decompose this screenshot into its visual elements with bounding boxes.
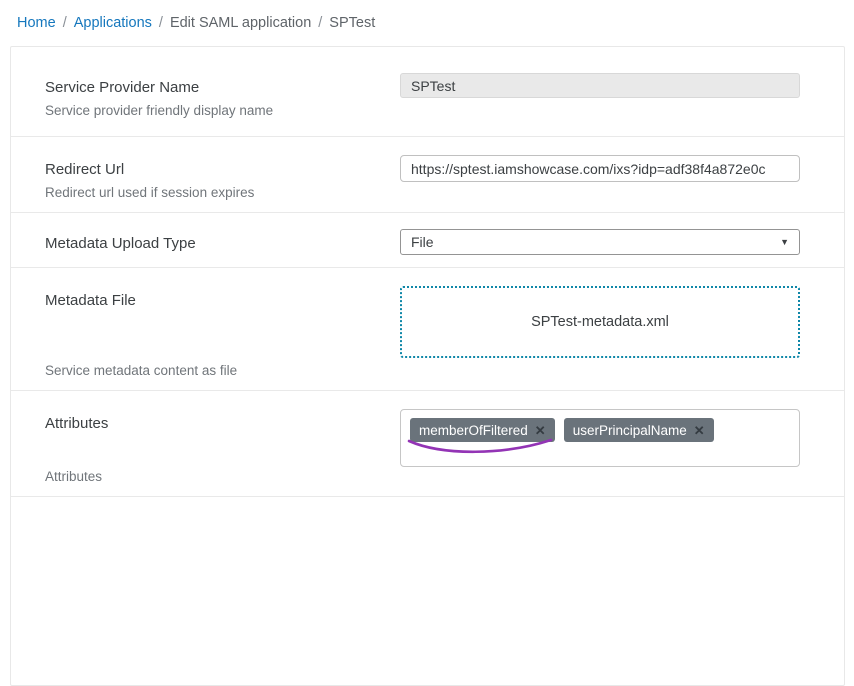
metadata-upload-type-select[interactable]: File ▼ xyxy=(400,229,800,255)
metadata-file-right: SPTest-metadata.xml xyxy=(400,286,800,358)
metadata-upload-type-label: Metadata Upload Type xyxy=(45,235,196,252)
attribute-chip: memberOfFiltered ✕ xyxy=(410,418,555,442)
attributes-helper: Attributes xyxy=(45,469,108,484)
metadata-upload-type-left: Metadata Upload Type xyxy=(45,229,196,252)
service-provider-name-label: Service Provider Name xyxy=(45,79,273,96)
metadata-file-left: Metadata File Service metadata content a… xyxy=(45,286,237,378)
redirect-url-right: https://sptest.iamshowcase.com/ixs?idp=a… xyxy=(400,155,800,182)
service-provider-name-row: Service Provider Name Service provider f… xyxy=(11,47,844,137)
close-icon[interactable]: ✕ xyxy=(694,424,705,437)
attribute-chip-label: userPrincipalName xyxy=(573,423,687,438)
attribute-chip-label: memberOfFiltered xyxy=(419,423,528,438)
edit-saml-application-form: Service Provider Name Service provider f… xyxy=(10,46,845,686)
metadata-file-row: Metadata File Service metadata content a… xyxy=(11,268,844,391)
breadcrumb-home-link[interactable]: Home xyxy=(17,15,56,31)
redirect-url-row: Redirect Url Redirect url used if sessio… xyxy=(11,137,844,213)
breadcrumb-separator: / xyxy=(63,15,67,31)
redirect-url-left: Redirect Url Redirect url used if sessio… xyxy=(45,155,254,200)
service-provider-name-left: Service Provider Name Service provider f… xyxy=(45,73,273,118)
redirect-url-label: Redirect Url xyxy=(45,161,254,178)
redirect-url-helper: Redirect url used if session expires xyxy=(45,185,254,200)
metadata-upload-type-selected-value: File xyxy=(411,234,434,250)
next-row-partial xyxy=(11,497,844,537)
service-provider-name-input[interactable]: SPTest xyxy=(400,73,800,98)
breadcrumb-separator: / xyxy=(159,15,163,31)
metadata-file-helper: Service metadata content as file xyxy=(45,363,237,378)
service-provider-name-right: SPTest xyxy=(400,73,800,98)
breadcrumb-applications-link[interactable]: Applications xyxy=(74,15,152,31)
breadcrumb-section: Edit SAML application xyxy=(170,15,311,31)
chevron-down-icon: ▼ xyxy=(780,237,789,247)
page: { "colors": { "link_blue": "#1577bd", "d… xyxy=(0,0,854,514)
metadata-upload-type-right: File ▼ xyxy=(400,229,800,255)
attributes-chips-input[interactable]: memberOfFiltered ✕ userPrincipalName ✕ xyxy=(400,409,800,467)
metadata-file-name: SPTest-metadata.xml xyxy=(531,314,669,330)
breadcrumb-separator: / xyxy=(318,15,322,31)
attribute-chip: userPrincipalName ✕ xyxy=(564,418,714,442)
attributes-left: Attributes Attributes xyxy=(45,409,108,484)
attributes-right: memberOfFiltered ✕ userPrincipalName ✕ xyxy=(400,409,800,467)
breadcrumb-current: SPTest xyxy=(329,15,375,31)
attributes-row: Attributes Attributes memberOfFiltered ✕… xyxy=(11,391,844,497)
close-icon[interactable]: ✕ xyxy=(535,424,546,437)
service-provider-name-helper: Service provider friendly display name xyxy=(45,103,273,118)
redirect-url-input[interactable]: https://sptest.iamshowcase.com/ixs?idp=a… xyxy=(400,155,800,182)
metadata-upload-type-row: Metadata Upload Type File ▼ xyxy=(11,213,844,268)
metadata-file-label: Metadata File xyxy=(45,292,237,309)
attributes-label: Attributes xyxy=(45,415,108,432)
metadata-file-dropzone[interactable]: SPTest-metadata.xml xyxy=(400,286,800,358)
breadcrumb: Home / Applications / Edit SAML applicat… xyxy=(0,0,854,31)
